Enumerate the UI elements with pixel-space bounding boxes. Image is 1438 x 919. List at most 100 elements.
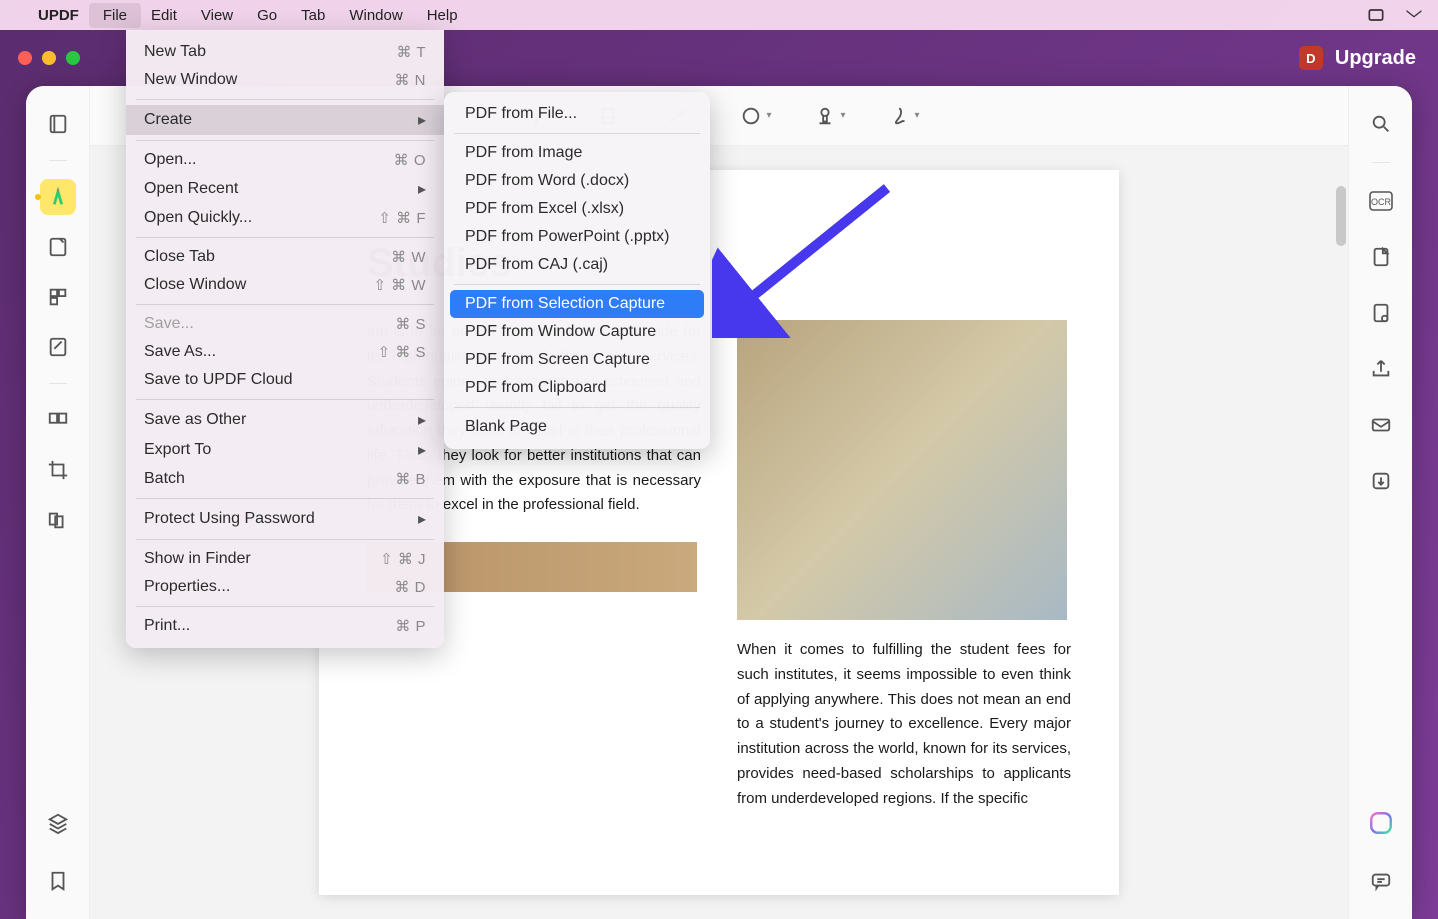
create-submenu-item-pdf-from-file[interactable]: PDF from File... (450, 100, 704, 128)
menu-window[interactable]: Window (349, 7, 402, 24)
menu-shortcut: ⌘ O (394, 151, 426, 169)
window-close[interactable] (18, 51, 32, 65)
reader-tool-icon[interactable] (40, 106, 76, 142)
menu-go[interactable]: Go (257, 7, 277, 24)
menu-file[interactable]: File (89, 3, 141, 28)
search-icon[interactable] (1363, 106, 1399, 142)
menu-shortcut: ⌘ P (395, 617, 426, 635)
menu-item-label: Show in Finder (144, 550, 251, 568)
file-menu-item-save[interactable]: Save...⌘ S (126, 310, 444, 338)
create-submenu-item-pdf-from-powerpoint-pptx[interactable]: PDF from PowerPoint (.pptx) (450, 223, 704, 251)
file-menu-item-open-recent[interactable]: Open Recent▸ (126, 174, 444, 204)
create-submenu-item-pdf-from-excel-xlsx[interactable]: PDF from Excel (.xlsx) (450, 195, 704, 223)
submenu-arrow-icon: ▸ (418, 110, 426, 130)
menu-item-label: Export To (144, 441, 211, 459)
create-submenu-item-pdf-from-screen-capture[interactable]: PDF from Screen Capture (450, 346, 704, 374)
ai-icon[interactable] (1363, 805, 1399, 841)
submenu-arrow-icon: ▸ (418, 440, 426, 460)
tray-icon-1[interactable] (1366, 5, 1386, 25)
protect-icon[interactable] (1363, 295, 1399, 331)
file-menu-item-print[interactable]: Print... ⌘ P (126, 612, 444, 640)
page-info-icon[interactable] (1363, 239, 1399, 275)
left-sep (49, 160, 67, 161)
file-menu-item-close-tab[interactable]: Close Tab⌘ W (126, 243, 444, 271)
file-menu-item-protect-using-password[interactable]: Protect Using Password ▸ (126, 504, 444, 534)
create-submenu-item-pdf-from-window-capture[interactable]: PDF from Window Capture (450, 318, 704, 346)
menu-separator (136, 99, 434, 100)
menu-item-label: Create (144, 111, 192, 129)
comment-tool-icon[interactable] (40, 229, 76, 265)
file-menu-item-open-quickly[interactable]: Open Quickly...⇧ ⌘ F (126, 204, 444, 232)
markup-tool-icon[interactable] (40, 179, 76, 215)
menu-separator (136, 399, 434, 400)
window-minimize[interactable] (42, 51, 56, 65)
create-submenu-item-pdf-from-selection-capture[interactable]: PDF from Selection Capture (450, 290, 704, 318)
svg-text:OCR: OCR (1371, 197, 1392, 207)
menu-item-label: Close Tab (144, 248, 215, 266)
menu-separator (136, 237, 434, 238)
create-submenu-item-pdf-from-caj-caj[interactable]: PDF from CAJ (.caj) (450, 251, 704, 279)
left-toolbar (26, 86, 90, 919)
share-icon[interactable] (1363, 351, 1399, 387)
menu-item-label: Open... (144, 151, 196, 169)
circle-tool-icon[interactable]: ▾ (739, 99, 773, 133)
stamp-tool-icon[interactable]: ▾ (813, 99, 847, 133)
organize-tool-icon[interactable] (40, 402, 76, 438)
create-submenu-item-pdf-from-word-docx[interactable]: PDF from Word (.docx) (450, 167, 704, 195)
submenu-arrow-icon: ▸ (418, 509, 426, 529)
signature-tool-icon[interactable]: ▾ (887, 99, 921, 133)
file-menu-item-properties[interactable]: Properties... ⌘ D (126, 573, 444, 601)
menu-separator (136, 140, 434, 141)
ocr-icon[interactable]: OCR (1363, 183, 1399, 219)
thumbnails-tool-icon[interactable] (40, 279, 76, 315)
menu-item-label: Save... (144, 315, 194, 333)
mail-icon[interactable] (1363, 407, 1399, 443)
menu-view[interactable]: View (201, 7, 233, 24)
menu-item-label: Protect Using Password (144, 510, 315, 528)
create-submenu: PDF from File...PDF from ImagePDF from W… (444, 92, 710, 449)
layers-icon[interactable] (40, 805, 76, 841)
tray-icon-2[interactable] (1404, 5, 1424, 25)
page-body-right: When it comes to fulfilling the student … (737, 638, 1071, 811)
chat-icon[interactable] (1363, 863, 1399, 899)
menu-separator (454, 284, 700, 285)
create-submenu-item-pdf-from-clipboard[interactable]: PDF from Clipboard (450, 374, 704, 402)
create-submenu-item-pdf-from-image[interactable]: PDF from Image (450, 139, 704, 167)
file-menu-item-show-in-finder[interactable]: Show in Finder⇧ ⌘ J (126, 545, 444, 573)
menu-separator (136, 498, 434, 499)
save-cloud-icon[interactable] (1363, 463, 1399, 499)
menu-shortcut: ⌘ N (395, 71, 427, 89)
menu-shortcut: ⌘ D (395, 578, 427, 596)
menu-shortcut: ⇧ ⌘ W (373, 276, 426, 294)
app-name[interactable]: UPDF (38, 7, 79, 24)
submenu-arrow-icon: ▸ (418, 179, 426, 199)
menu-help[interactable]: Help (427, 7, 458, 24)
submenu-arrow-icon: ▸ (418, 410, 426, 430)
menu-separator (136, 304, 434, 305)
file-menu-item-export-to[interactable]: Export To ▸ (126, 435, 444, 465)
window-maximize[interactable] (66, 51, 80, 65)
file-menu-item-open[interactable]: Open... ⌘ O (126, 146, 444, 174)
file-menu-item-new-tab[interactable]: New Tab⌘ T (126, 38, 444, 66)
menu-item-label: Properties... (144, 578, 230, 596)
file-menu-item-save-to-updf-cloud[interactable]: Save to UPDF Cloud (126, 366, 444, 394)
upgrade-button[interactable]: Upgrade (1335, 47, 1416, 70)
edit-tool-icon[interactable] (40, 329, 76, 365)
menu-edit[interactable]: Edit (151, 7, 177, 24)
file-menu-item-batch[interactable]: Batch⌘ B (126, 465, 444, 493)
scrollbar-thumb[interactable] (1336, 186, 1346, 246)
file-menu-item-close-window[interactable]: Close Window⇧ ⌘ W (126, 271, 444, 299)
file-menu-item-create[interactable]: Create ▸ (126, 105, 444, 135)
menu-tab[interactable]: Tab (301, 7, 325, 24)
user-badge[interactable]: D (1299, 46, 1323, 70)
file-menu-item-save-as-other[interactable]: Save as Other▸ (126, 405, 444, 435)
crop-tool-icon[interactable] (40, 452, 76, 488)
create-submenu-item-blank-page[interactable]: Blank Page (450, 413, 704, 441)
file-menu-item-new-window[interactable]: New Window⌘ N (126, 66, 444, 94)
menu-shortcut: ⇧ ⌘ F (378, 209, 426, 227)
bookmarks-icon[interactable] (40, 863, 76, 899)
menu-separator (136, 606, 434, 607)
compare-tool-icon[interactable] (40, 502, 76, 538)
menu-item-label: Print... (144, 617, 190, 635)
file-menu-item-save-as[interactable]: Save As...⇧ ⌘ S (126, 338, 444, 366)
